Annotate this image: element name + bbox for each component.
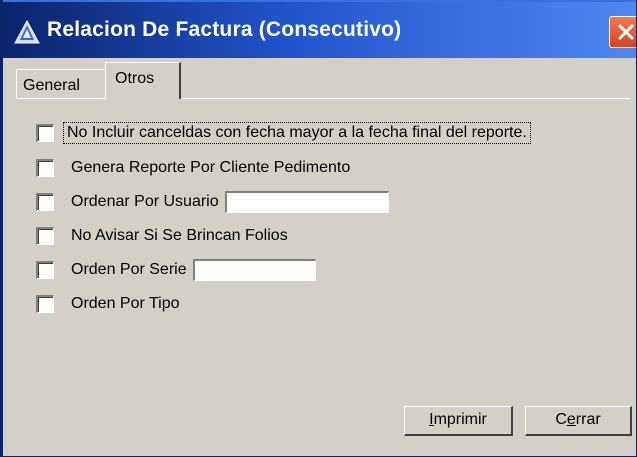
option-label: Genera Reporte Por Cliente Pedimento bbox=[71, 159, 351, 176]
checkbox[interactable] bbox=[36, 193, 54, 211]
close-label-mnemonic: e bbox=[566, 411, 576, 428]
option-label: Orden Por Tipo bbox=[71, 295, 180, 312]
checkbox[interactable] bbox=[36, 227, 54, 245]
option-reporte-por-cliente-pedimento[interactable]: Genera Reporte Por Cliente Pedimento bbox=[36, 157, 350, 179]
print-button[interactable]: Imprimir bbox=[404, 406, 513, 436]
close-window-button[interactable] bbox=[609, 16, 636, 48]
dialog-window: Relacion De Factura (Consecutivo) Genera… bbox=[0, 0, 637, 457]
app-triangle-icon bbox=[13, 19, 41, 44]
option-orden-por-serie[interactable]: Orden Por Serie bbox=[36, 259, 316, 281]
checkbox[interactable] bbox=[36, 261, 54, 279]
option-label: No Incluir canceldas con fecha mayor a l… bbox=[63, 122, 531, 144]
serie-input[interactable] bbox=[192, 259, 316, 281]
option-no-avisar-folios[interactable]: No Avisar Si Se Brincan Folios bbox=[36, 225, 288, 247]
option-label: Orden Por Serie bbox=[71, 261, 187, 278]
usuario-input[interactable] bbox=[224, 191, 389, 213]
tab-general[interactable]: General bbox=[16, 69, 106, 99]
option-no-incluir-canceladas[interactable]: No Incluir canceldas con fecha mayor a l… bbox=[36, 122, 531, 144]
print-label-post: mprimir bbox=[433, 411, 487, 428]
checkbox[interactable] bbox=[36, 295, 54, 313]
option-orden-por-tipo[interactable]: Orden Por Tipo bbox=[36, 293, 180, 315]
checkbox[interactable] bbox=[36, 159, 54, 177]
close-label-post: rrar bbox=[575, 411, 601, 428]
tab-panel-otros: No Incluir canceldas con fecha mayor a l… bbox=[16, 98, 630, 438]
close-button[interactable]: Cerrar bbox=[525, 406, 632, 436]
option-label: Ordenar Por Usuario bbox=[71, 193, 219, 210]
close-icon bbox=[617, 23, 635, 41]
close-label-pre: C bbox=[555, 411, 567, 428]
option-label: No Avisar Si Se Brincan Folios bbox=[71, 227, 288, 244]
window-title: Relacion De Factura (Consecutivo) bbox=[47, 18, 402, 41]
option-ordenar-por-usuario[interactable]: Ordenar Por Usuario bbox=[36, 191, 389, 213]
checkbox[interactable] bbox=[36, 124, 54, 142]
tab-strip: General Otros bbox=[16, 61, 616, 99]
title-bar[interactable]: Relacion De Factura (Consecutivo) bbox=[3, 0, 636, 58]
tab-otros[interactable]: Otros bbox=[105, 62, 181, 99]
